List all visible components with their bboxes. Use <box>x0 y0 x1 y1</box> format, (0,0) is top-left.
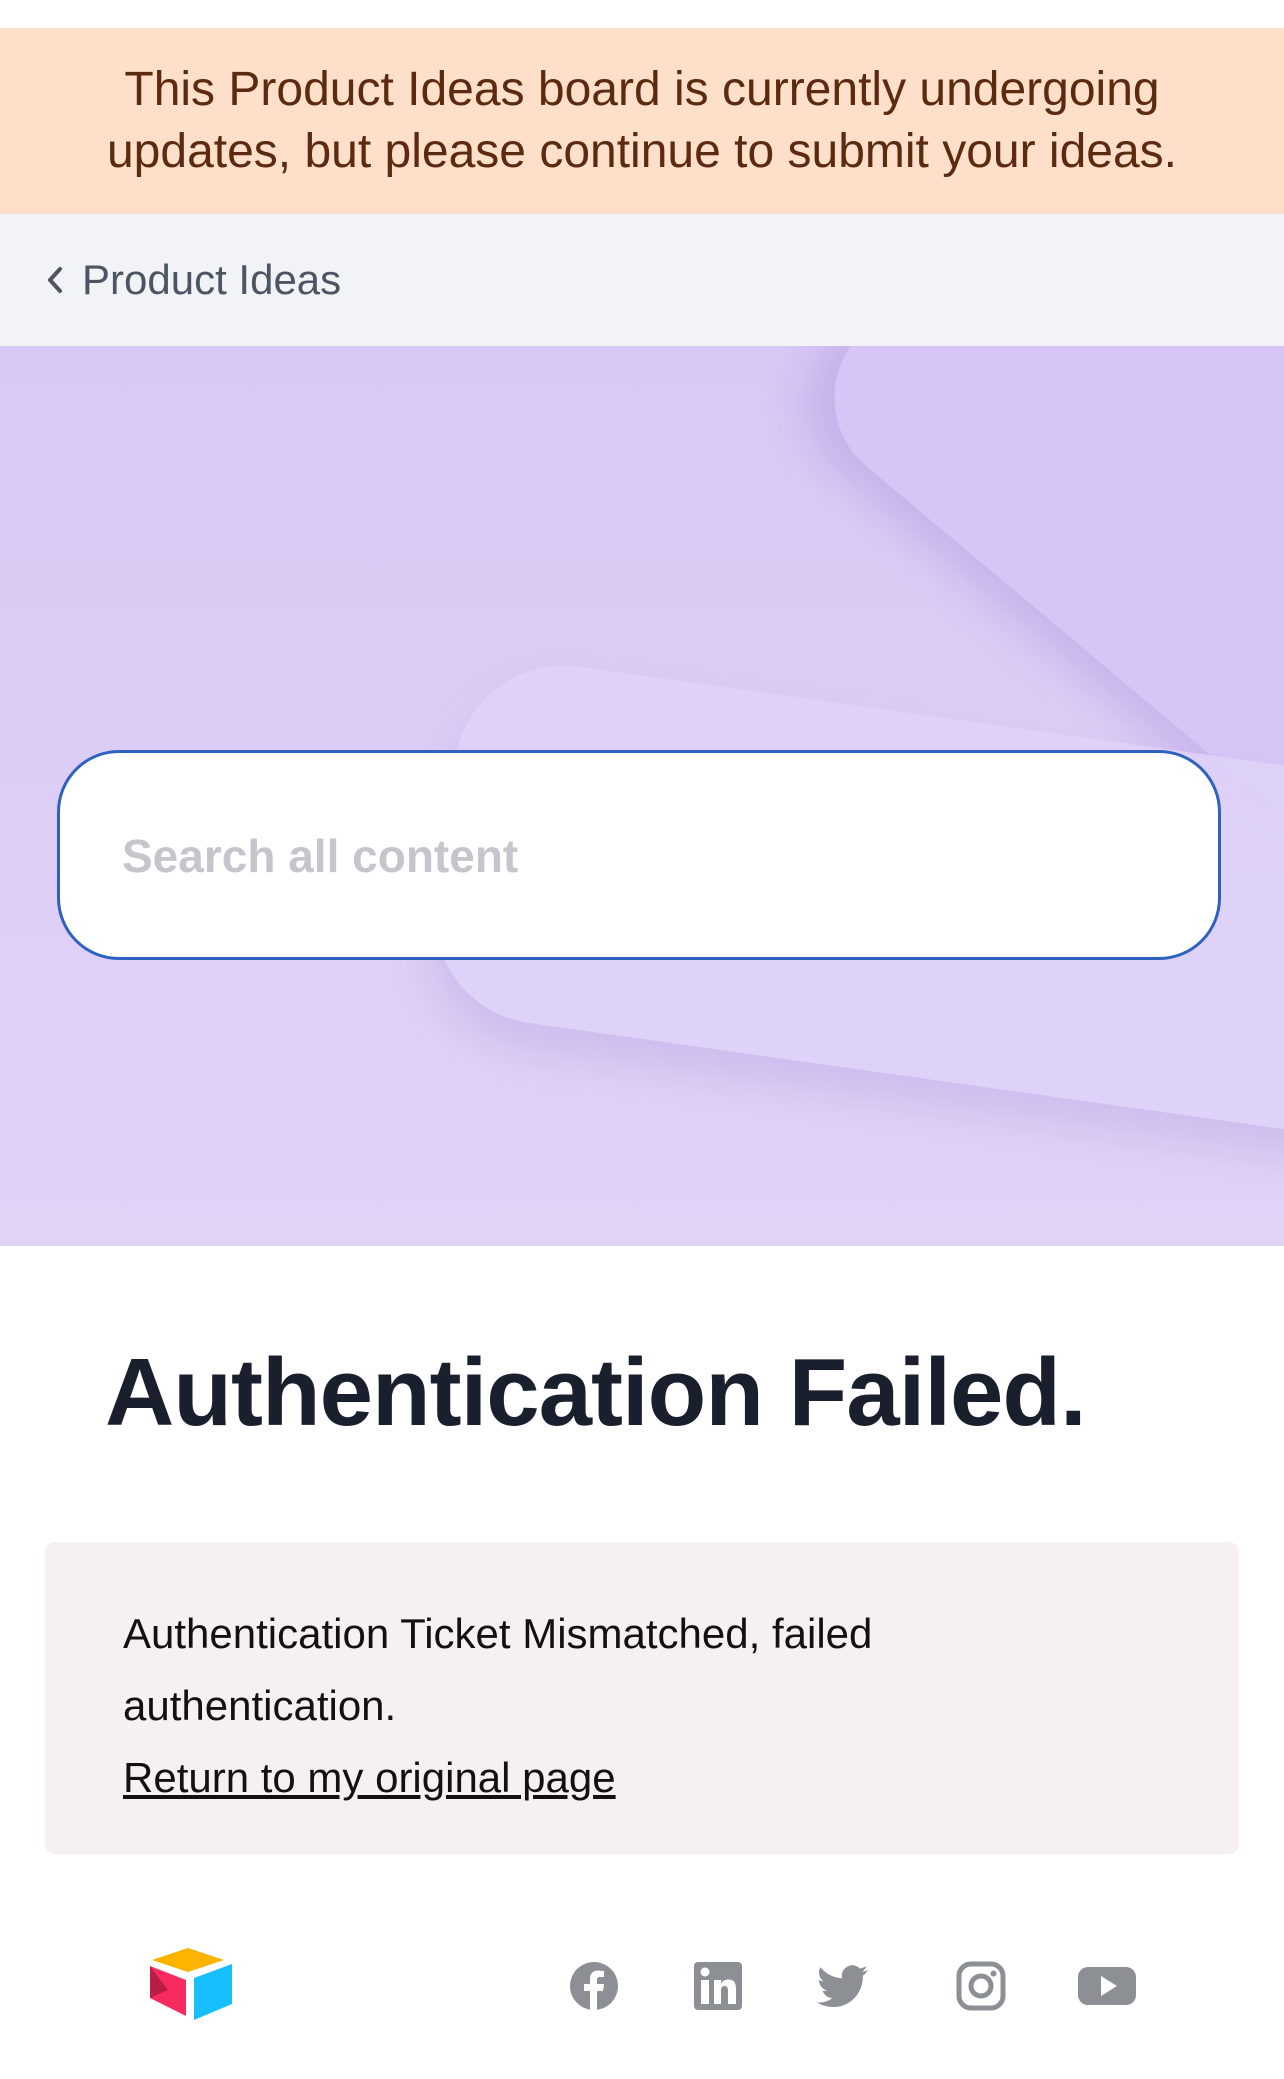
facebook-icon[interactable] <box>566 1958 622 2014</box>
back-link-label: Product Ideas <box>82 256 342 303</box>
search-box[interactable] <box>57 750 1221 960</box>
error-message-box: Authentication Ticket Mismatched, failed… <box>45 1542 1239 1854</box>
footer <box>0 1900 1284 2079</box>
search-input[interactable] <box>120 753 1164 959</box>
announcement-banner: This Product Ideas board is currently un… <box>0 28 1284 214</box>
youtube-icon[interactable] <box>1077 1958 1137 2014</box>
error-message: Authentication Ticket Mismatched, failed… <box>123 1610 873 1729</box>
return-original-page-link[interactable]: Return to my original page <box>123 1742 616 1814</box>
back-link[interactable]: Product Ideas <box>42 256 341 304</box>
chevron-left-icon <box>48 267 62 293</box>
twitter-icon[interactable] <box>816 1958 872 2014</box>
linkedin-icon[interactable] <box>690 1958 746 2014</box>
top-strip <box>0 0 1284 28</box>
breadcrumb: Product Ideas <box>0 214 1284 346</box>
airtable-logo-icon[interactable] <box>148 1946 236 2022</box>
announcement-text: This Product Ideas board is currently un… <box>106 63 1177 178</box>
page: This Product Ideas board is currently un… <box>0 0 1284 2079</box>
instagram-icon[interactable] <box>953 1958 1009 2014</box>
hero-section <box>0 346 1284 1246</box>
page-title: Authentication Failed. <box>105 1339 1087 1446</box>
